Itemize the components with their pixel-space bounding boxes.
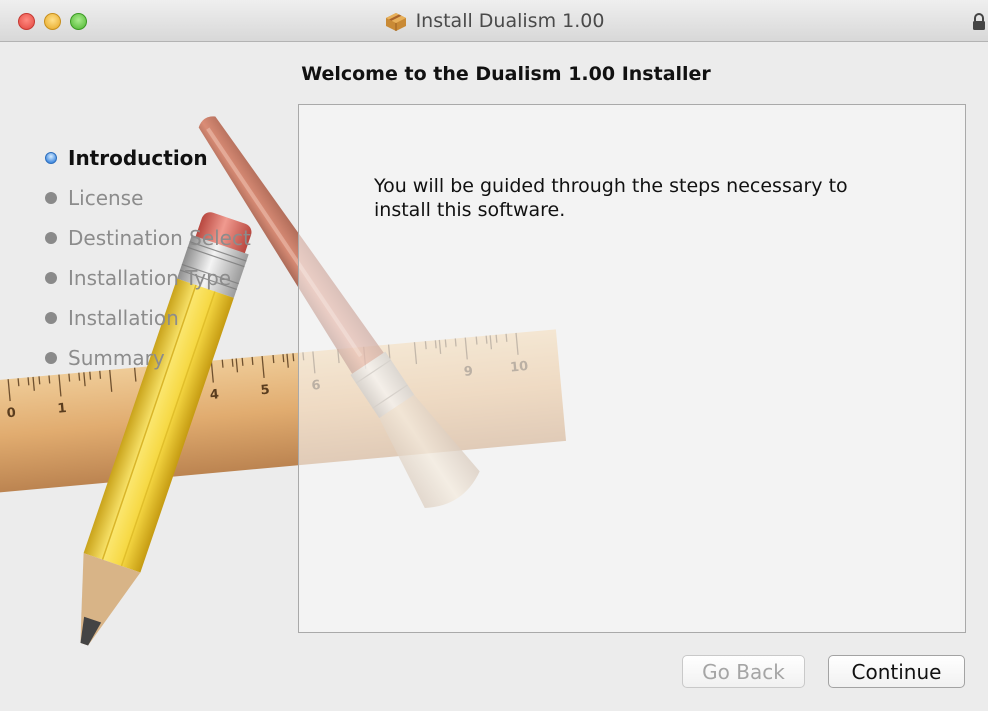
step-label: License: [68, 186, 144, 210]
ruler-number: 4: [209, 387, 219, 403]
intro-text-line-2: install this software.: [374, 199, 566, 221]
step-label: Installation Type: [68, 266, 232, 290]
continue-button[interactable]: Continue: [828, 655, 965, 688]
intro-text-line-1: You will be guided through the steps nec…: [374, 175, 848, 197]
step-indicator-dot: [45, 192, 57, 204]
step-label: Summary: [68, 346, 165, 370]
step-destination-select: Destination Select: [45, 218, 251, 258]
step-indicator-dot: [45, 232, 57, 244]
ruler-number: 0: [6, 406, 16, 422]
step-indicator-dot: [45, 272, 57, 284]
step-label: Installation: [68, 306, 179, 330]
page-title: Welcome to the Dualism 1.00 Installer: [301, 63, 711, 85]
step-installation: Installation: [45, 298, 251, 338]
window-title: Install Dualism 1.00: [415, 10, 605, 32]
step-introduction: Introduction: [45, 138, 251, 178]
step-indicator-dot: [45, 352, 57, 364]
window-title-group: Install Dualism 1.00: [0, 0, 988, 42]
package-icon: [385, 13, 406, 31]
lock-icon: [973, 13, 985, 30]
title-bar[interactable]: Install Dualism 1.00: [0, 0, 988, 42]
step-indicator-dot: [45, 152, 57, 164]
step-license: License: [45, 178, 251, 218]
step-label: Introduction: [68, 146, 208, 170]
step-label: Destination Select: [68, 226, 251, 250]
ruler-number: 1: [57, 401, 67, 417]
go-back-button[interactable]: Go Back: [682, 655, 805, 688]
intro-text: You will be guided through the steps nec…: [374, 174, 894, 222]
content-panel: You will be guided through the steps nec…: [298, 104, 966, 633]
step-summary: Summary: [45, 338, 251, 378]
installer-steps: Introduction License Destination Select …: [45, 138, 251, 378]
installer-window: Install Dualism 1.00 Welcome to the Dual…: [0, 0, 988, 711]
ruler-number: 5: [260, 383, 270, 399]
step-indicator-dot: [45, 312, 57, 324]
step-installation-type: Installation Type: [45, 258, 251, 298]
